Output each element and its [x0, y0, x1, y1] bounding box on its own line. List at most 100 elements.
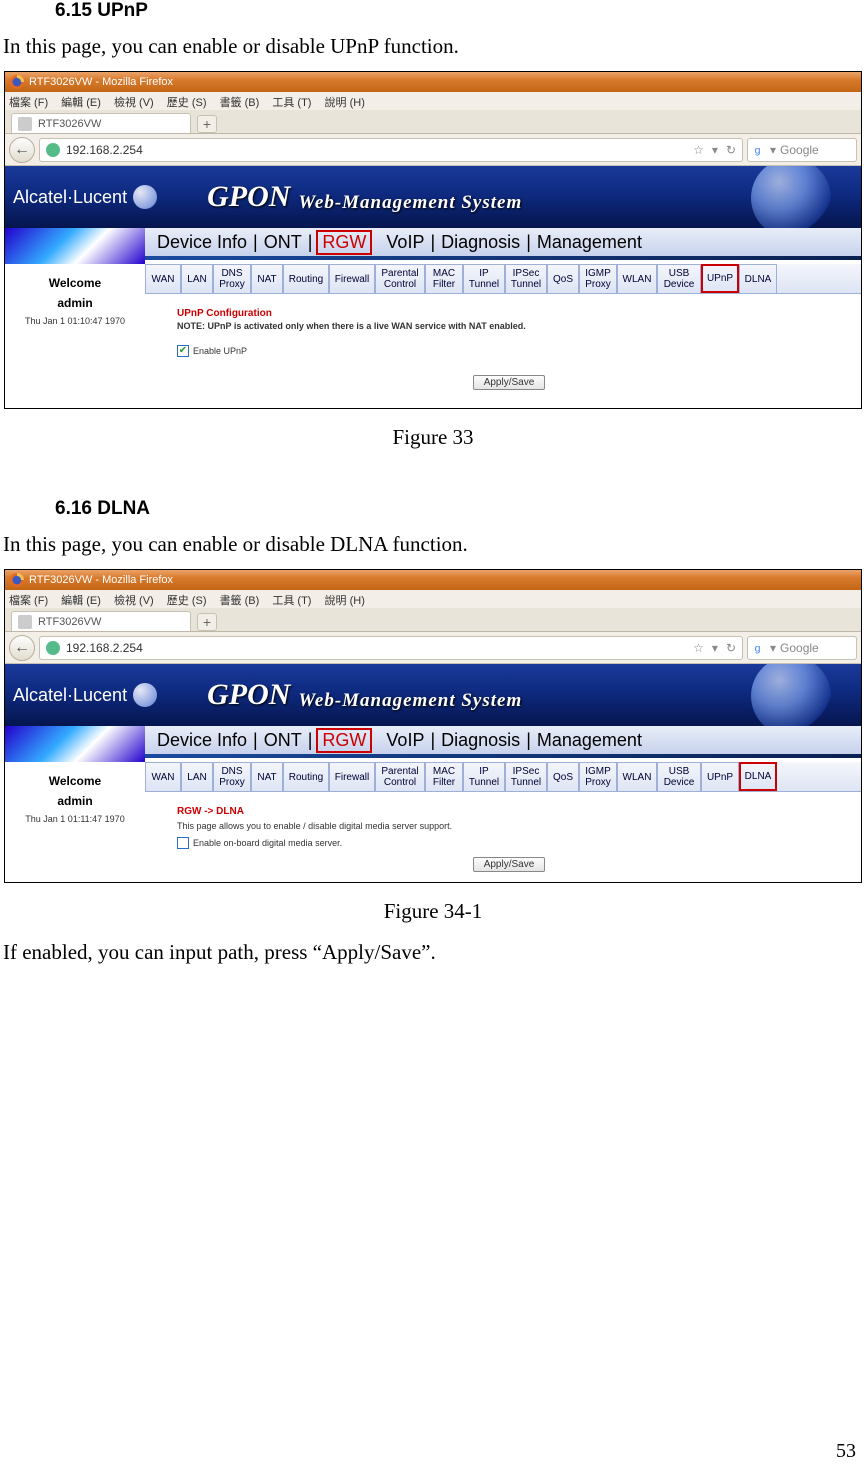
nav-device-info[interactable]: Device Info: [155, 730, 249, 751]
new-tab-button[interactable]: +: [197, 613, 217, 631]
subnav-igmp-proxy[interactable]: IGMPProxy: [579, 264, 617, 293]
figure-34-1: RTF3026VW - Mozilla Firefox 檔案 (F) 編輯 (E…: [4, 569, 862, 883]
globe-graphic: [751, 664, 831, 726]
subnav-wan[interactable]: WAN: [145, 762, 181, 791]
reload-icon[interactable]: ↻: [726, 143, 736, 157]
nav-rgw[interactable]: RGW: [316, 728, 372, 753]
url-dropdown-icon[interactable]: ▾: [712, 641, 718, 655]
nav-voip[interactable]: VoIP: [384, 232, 426, 253]
nav-ont[interactable]: ONT: [262, 730, 304, 751]
subnav-dlna[interactable]: DLNA: [739, 762, 777, 791]
svg-text:g: g: [755, 642, 761, 654]
url-dropdown-icon[interactable]: ▾: [712, 143, 718, 157]
menu-tools[interactable]: 工具 (T): [272, 97, 311, 109]
back-button[interactable]: ←: [9, 635, 35, 661]
search-box[interactable]: g ▾ Google: [747, 636, 857, 660]
menu-bookmarks[interactable]: 書籤 (B): [220, 97, 260, 109]
nav-voip[interactable]: VoIP: [384, 730, 426, 751]
nav-management[interactable]: Management: [535, 730, 644, 751]
upnp-content: UPnP Configuration NOTE: UPnP is activat…: [145, 294, 861, 408]
menu-bookmarks[interactable]: 書籤 (B): [220, 595, 260, 607]
subnav-qos[interactable]: QoS: [547, 264, 579, 293]
browser-title: RTF3026VW - Mozilla Firefox: [29, 574, 173, 586]
nav-management[interactable]: Management: [535, 232, 644, 253]
subnav-routing[interactable]: Routing: [283, 762, 329, 791]
subnav-routing[interactable]: Routing: [283, 264, 329, 293]
nav-ont[interactable]: ONT: [262, 232, 304, 253]
subnav-usb-device[interactable]: USBDevice: [657, 264, 701, 293]
subnav-qos[interactable]: QoS: [547, 762, 579, 791]
subnav-wlan[interactable]: WLAN: [617, 264, 657, 293]
browser-menubar[interactable]: 檔案 (F) 編輯 (E) 檢視 (V) 歷史 (S) 書籤 (B) 工具 (T…: [5, 590, 861, 608]
subnav-ip-tunnel[interactable]: IPTunnel: [463, 762, 505, 791]
menu-view[interactable]: 檢視 (V): [114, 595, 154, 607]
browser-tabbar: RTF3026VW +: [5, 608, 861, 632]
address-bar[interactable]: 192.168.2.254 ☆ ▾ ↻: [39, 138, 743, 162]
subnav-dns-proxy[interactable]: DNSProxy: [213, 762, 251, 791]
search-dropdown-icon[interactable]: ▾: [770, 143, 776, 157]
subnav-lan[interactable]: LAN: [181, 264, 213, 293]
menu-help[interactable]: 說明 (H): [325, 595, 365, 607]
menu-file[interactable]: 檔案 (F): [9, 97, 48, 109]
post-text: If enabled, you can input path, press “A…: [3, 940, 866, 965]
subnav-nat[interactable]: NAT: [251, 762, 283, 791]
upnp-checkbox[interactable]: [177, 345, 189, 357]
menu-edit[interactable]: 編輯 (E): [61, 97, 101, 109]
search-box[interactable]: g ▾ Google: [747, 138, 857, 162]
subnav-ipsec-tunnel[interactable]: IPSecTunnel: [505, 264, 547, 293]
subnav-usb-device[interactable]: USBDevice: [657, 762, 701, 791]
menu-tools[interactable]: 工具 (T): [272, 595, 311, 607]
alcatel-swirl-icon: [133, 185, 157, 209]
search-dropdown-icon[interactable]: ▾: [770, 641, 776, 655]
subnav-lan[interactable]: LAN: [181, 762, 213, 791]
subnav-ipsec-tunnel[interactable]: IPSecTunnel: [505, 762, 547, 791]
dlna-checkbox[interactable]: [177, 837, 189, 849]
subnav-igmp-proxy[interactable]: IGMPProxy: [579, 762, 617, 791]
firefox-icon: [9, 572, 25, 588]
menu-history[interactable]: 歷史 (S): [167, 97, 207, 109]
browser-tabbar: RTF3026VW +: [5, 110, 861, 134]
menu-history[interactable]: 歷史 (S): [167, 595, 207, 607]
figure-34-1-caption: Figure 34-1: [0, 899, 866, 924]
subnav-wan[interactable]: WAN: [145, 264, 181, 293]
google-icon: g: [752, 641, 766, 655]
dlna-checkbox-label: Enable on-board digital media server.: [193, 838, 342, 848]
menu-file[interactable]: 檔案 (F): [9, 595, 48, 607]
firefox-icon: [9, 74, 25, 90]
subnav-firewall[interactable]: Firewall: [329, 762, 375, 791]
apply-save-button[interactable]: Apply/Save: [473, 857, 546, 872]
figure-33-caption: Figure 33: [0, 425, 866, 450]
apply-save-button[interactable]: Apply/Save: [473, 375, 546, 390]
subnav-upnp[interactable]: UPnP: [701, 264, 739, 293]
subnav-firewall[interactable]: Firewall: [329, 264, 375, 293]
nav-diagnosis[interactable]: Diagnosis: [439, 232, 522, 253]
menu-edit[interactable]: 編輯 (E): [61, 595, 101, 607]
subnav-wlan[interactable]: WLAN: [617, 762, 657, 791]
nav-diagnosis[interactable]: Diagnosis: [439, 730, 522, 751]
browser-tab[interactable]: RTF3026VW: [11, 113, 191, 133]
subnav-ip-tunnel[interactable]: IPTunnel: [463, 264, 505, 293]
nav-device-info[interactable]: Device Info: [155, 232, 249, 253]
browser-toolbar: ← 192.168.2.254 ☆ ▾ ↻ g ▾ Google: [5, 632, 861, 664]
subnav-dlna[interactable]: DLNA: [739, 264, 777, 293]
reload-icon[interactable]: ↻: [726, 641, 736, 655]
section-desc-dlna: In this page, you can enable or disable …: [3, 532, 866, 557]
subnav-dns-proxy[interactable]: DNSProxy: [213, 264, 251, 293]
subnav-nat[interactable]: NAT: [251, 264, 283, 293]
browser-tab[interactable]: RTF3026VW: [11, 611, 191, 631]
back-button[interactable]: ←: [9, 137, 35, 163]
subnav-mac-filter[interactable]: MACFilter: [425, 264, 463, 293]
new-tab-button[interactable]: +: [197, 115, 217, 133]
sidebar-timestamp: Thu Jan 1 01:11:47 1970: [5, 814, 145, 824]
subnav-parental-control[interactable]: ParentalControl: [375, 762, 425, 791]
subnav-upnp[interactable]: UPnP: [701, 762, 739, 791]
subnav-mac-filter[interactable]: MACFilter: [425, 762, 463, 791]
subnav-parental-control[interactable]: ParentalControl: [375, 264, 425, 293]
menu-help[interactable]: 說明 (H): [325, 97, 365, 109]
menu-view[interactable]: 檢視 (V): [114, 97, 154, 109]
nav-rgw[interactable]: RGW: [316, 230, 372, 255]
bookmark-star-icon[interactable]: ☆: [693, 143, 704, 157]
address-bar[interactable]: 192.168.2.254 ☆ ▾ ↻: [39, 636, 743, 660]
bookmark-star-icon[interactable]: ☆: [693, 641, 704, 655]
browser-menubar[interactable]: 檔案 (F) 編輯 (E) 檢視 (V) 歷史 (S) 書籤 (B) 工具 (T…: [5, 92, 861, 110]
